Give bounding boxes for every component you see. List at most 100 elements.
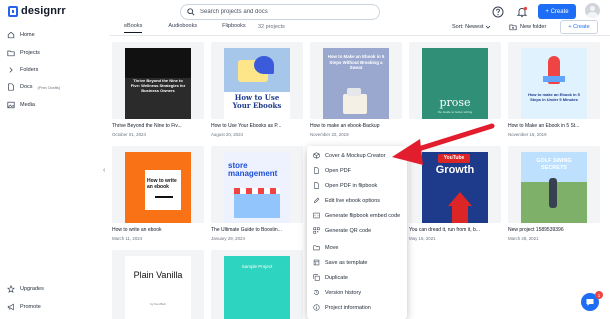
- sidebar-item-home[interactable]: Home: [7, 31, 35, 39]
- menu-item-generate-qr[interactable]: Generate QR code: [313, 227, 371, 234]
- menu-item-open-pdf-flipbook[interactable]: Open PDF in flipbook: [313, 182, 377, 189]
- folder-icon: [7, 50, 15, 57]
- card-title[interactable]: How to Use Your Ebooks as P...: [211, 123, 281, 129]
- folder-icon: [313, 245, 320, 251]
- help-icon[interactable]: [492, 6, 504, 18]
- new-folder-button[interactable]: New folder: [509, 23, 546, 31]
- menu-item-label: Duplicate: [325, 274, 348, 281]
- card-date: January 29, 2024: [211, 236, 245, 241]
- image-icon: [7, 101, 15, 109]
- logo[interactable]: designrr: [8, 5, 66, 17]
- notification-bell-icon[interactable]: [516, 6, 528, 18]
- menu-item-duplicate[interactable]: Duplicate: [313, 274, 348, 281]
- pencil-icon: [314, 197, 320, 203]
- chat-unread-badge: 1: [595, 291, 603, 299]
- sidebar-item-media[interactable]: Media: [7, 101, 35, 109]
- menu-item-save-template[interactable]: Save as template: [313, 259, 368, 266]
- logo-text: designrr: [21, 5, 66, 17]
- sort-label: Sort: Newest: [452, 24, 484, 30]
- card-title[interactable]: New project 1589539396: [508, 227, 564, 233]
- sidebar-item-projects[interactable]: Projects: [7, 49, 40, 57]
- menu-item-label: Open PDF in flipbook: [325, 182, 378, 189]
- megaphone-icon: [7, 303, 14, 311]
- book-cover: YouTube Growth: [422, 152, 488, 223]
- book-cover: store management: [224, 152, 290, 223]
- info-icon: [313, 304, 320, 311]
- new-folder-label: New folder: [520, 24, 547, 30]
- card-title[interactable]: Thrive Beyond the Nine to Fiv...: [112, 123, 182, 129]
- menu-item-label: Move: [325, 244, 339, 251]
- logo-mark-icon: [8, 5, 18, 17]
- card-title[interactable]: How to make an ebook-Backup: [310, 123, 379, 129]
- cover-title: Sample Project: [241, 264, 273, 269]
- cover-title: Plain Vanilla: [133, 270, 183, 280]
- chevron-left-icon[interactable]: ‹: [103, 167, 105, 174]
- menu-item-edit-live-ebook[interactable]: Edit live ebook options: [313, 197, 380, 204]
- card-date: October 01, 2024: [112, 132, 146, 137]
- tab-ebooks[interactable]: eBooks: [124, 23, 143, 33]
- card-date: March 28, 2021: [508, 236, 539, 241]
- menu-item-version-history[interactable]: Version history: [313, 289, 361, 296]
- menu-item-label: Edit live ebook options: [325, 197, 381, 204]
- card-date: November 16, 2019: [508, 132, 547, 137]
- book-cover: How to write an ebook: [125, 152, 191, 223]
- menu-item-cover-mockup-creator[interactable]: Cover & Mockup Creator: [313, 152, 386, 159]
- book-cover: Plain Vanilla by Ken Bub: [125, 256, 191, 319]
- tab-flipbooks[interactable]: Flipbooks: [222, 23, 246, 32]
- avatar[interactable]: [585, 3, 600, 18]
- cover-title: How to Use Your Ebooks: [232, 93, 282, 110]
- sidebar-item-label: Docs: [20, 84, 33, 90]
- chat-icon: [586, 299, 594, 306]
- search-bar[interactable]: [180, 4, 380, 20]
- menu-item-generate-embed[interactable]: Generate flipbook embed code: [313, 212, 400, 219]
- sidebar-item-upgrades[interactable]: Upgrades: [7, 285, 44, 293]
- sidebar-item-docs[interactable]: Docs (Prev Drafts): [7, 83, 60, 91]
- content-tabs: eBooks Audiobooks Flipbooks: [116, 23, 246, 35]
- top-bar: designrr + Create: [0, 0, 610, 24]
- card-date: November 22, 2019: [310, 132, 349, 137]
- card-title[interactable]: You can dread it, run from it, b...: [409, 227, 480, 233]
- youtube-tag: YouTube: [438, 154, 470, 163]
- sidebar-item-promote[interactable]: Promote: [7, 303, 41, 311]
- cover-title: prose: [439, 96, 471, 109]
- sort-dropdown[interactable]: Sort: Newest: [452, 24, 491, 30]
- menu-item-project-info[interactable]: Project information: [313, 304, 371, 311]
- home-icon: [7, 31, 15, 39]
- sidebar-item-folders[interactable]: Folders: [7, 66, 38, 74]
- cover-title: Growth: [435, 164, 475, 176]
- sidebar-item-label: Folders: [20, 67, 39, 73]
- docs-icon: [8, 83, 14, 91]
- cover-title: GOLF SWING SECRETS: [536, 158, 572, 171]
- create-project-button[interactable]: + Create: [560, 20, 598, 34]
- code-icon: [313, 212, 320, 219]
- book-cover: Thrive Beyond the Nine to Five: Wellness…: [125, 48, 191, 119]
- sidebar-item-label: Media: [20, 102, 35, 108]
- sidebar-item-sublabel: (Prev Drafts): [37, 84, 61, 90]
- qr-code-icon: [313, 227, 320, 234]
- card-title[interactable]: How to write an ebook: [112, 227, 161, 233]
- folder-plus-icon: [509, 24, 517, 31]
- project-count: 32 projects: [258, 24, 285, 30]
- chevron-down-icon: [486, 25, 491, 29]
- search-input[interactable]: [200, 9, 370, 15]
- template-icon: [313, 259, 320, 266]
- card-date: March 11, 2024: [112, 236, 143, 241]
- cube-icon: [313, 152, 320, 159]
- copy-icon: [313, 274, 320, 281]
- book-cover: How to Make an Ebook in 5 Steps Without …: [323, 48, 389, 119]
- cover-title: How to write an ebook: [147, 178, 177, 190]
- menu-item-label: Save as template: [325, 259, 368, 266]
- card-title[interactable]: How to Make an Ebook in 5 St...: [508, 123, 579, 129]
- context-menu: Cover & Mockup Creator Open PDF Open PDF…: [307, 146, 407, 319]
- card-title[interactable]: The Ultimate Guide to Boostin...: [211, 227, 282, 233]
- menu-item-open-pdf[interactable]: Open PDF: [313, 167, 351, 174]
- sidebar-item-label: Upgrades: [20, 286, 44, 292]
- sidebar: Home Projects Folders Docs (Prev Drafts)…: [0, 24, 100, 319]
- sidebar-item-label: Promote: [20, 304, 41, 310]
- create-button[interactable]: + Create: [538, 4, 576, 19]
- book-cover: How to make an Ebook in 5 Steps in Under…: [521, 48, 587, 119]
- menu-item-label: Version history: [325, 289, 362, 296]
- menu-item-move[interactable]: Move: [313, 244, 338, 251]
- document-icon: [314, 182, 319, 189]
- tab-audiobooks[interactable]: Audiobooks: [168, 23, 197, 32]
